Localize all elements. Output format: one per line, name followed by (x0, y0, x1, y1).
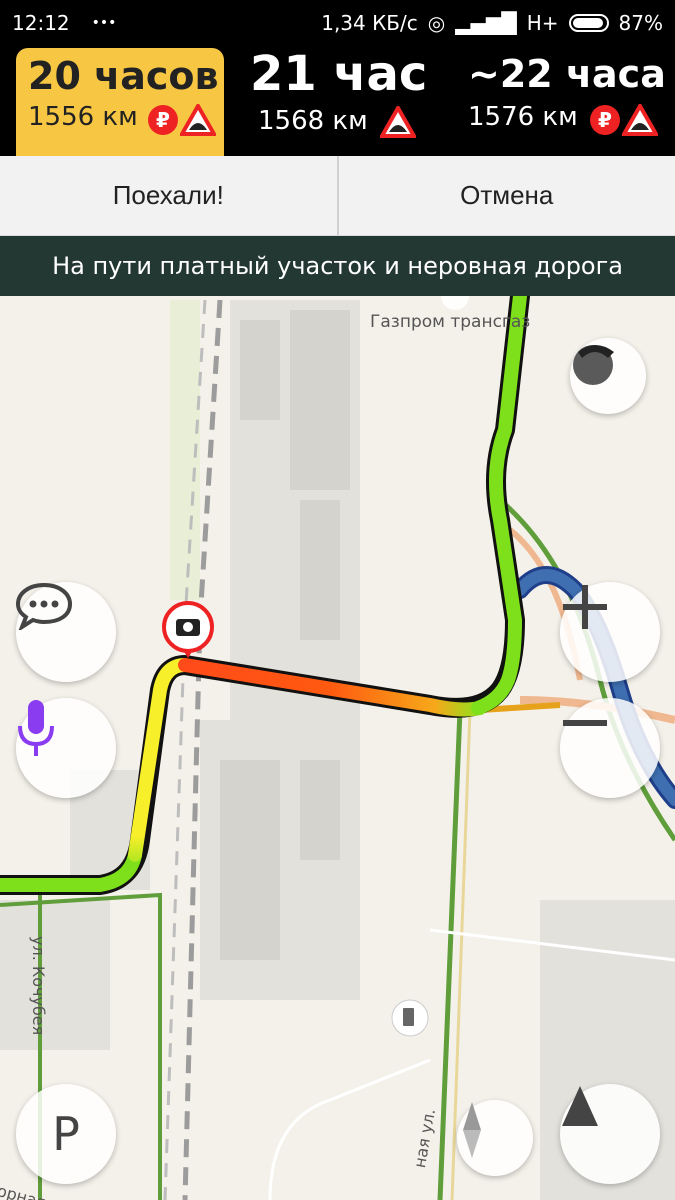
zoom-out-button[interactable] (560, 698, 660, 798)
voice-search-button[interactable] (16, 698, 116, 798)
signal-icon: ▂▄▆█ (455, 11, 517, 35)
network-speed: 1,34 КБ/с (321, 11, 418, 35)
street-label: ул. Кочубея (29, 936, 48, 1036)
route-duration: 20 часов (28, 54, 219, 98)
battery-icon (568, 14, 609, 32)
navigation-arrow-icon (562, 1086, 598, 1126)
my-location-button[interactable] (560, 1084, 660, 1184)
minus-icon (563, 720, 607, 726)
chat-icon (16, 582, 72, 630)
network-type: H+ (526, 11, 559, 35)
route-actions: Поехали! Отмена (0, 156, 675, 236)
poi-label: Газпром трансгаз (370, 312, 531, 332)
route-distance: 1556 км (28, 102, 138, 132)
gas-station-icon (391, 999, 429, 1037)
rough-road-icon (180, 104, 216, 136)
parking-icon: P (52, 1107, 80, 1161)
status-time: 12:12 (12, 11, 70, 35)
hotspot-icon: ◎ (427, 11, 446, 35)
cancel-button[interactable]: Отмена (339, 156, 675, 235)
route-distance: 1568 км (258, 106, 368, 136)
battery-percent: 87% (618, 11, 663, 35)
layers-icon (573, 345, 614, 385)
route-warning: На пути платный участок и неровная дорог… (0, 236, 675, 296)
route-distance: 1576 км (468, 102, 578, 132)
status-bar: 12:12 ••• 1,34 КБ/с ◎ ▂▄▆█ H+ 87% (0, 0, 675, 46)
route-option-3[interactable]: ~22 часа 1576 км ₽ (462, 46, 667, 156)
speed-camera-marker (162, 601, 214, 658)
route-duration: ~22 часа (468, 52, 666, 96)
layers-button[interactable] (570, 338, 646, 414)
route-options: 20 часов 1556 км ₽ 21 час 1568 км ~22 ча… (0, 46, 675, 156)
parking-button[interactable]: P (16, 1084, 116, 1184)
route-duration: 21 час (250, 46, 428, 102)
chat-button[interactable] (16, 582, 116, 682)
rough-road-icon (622, 104, 658, 136)
toll-ruble-icon: ₽ (148, 105, 178, 135)
rough-road-icon (380, 106, 416, 138)
status-dots: ••• (91, 15, 117, 31)
plus-icon (563, 585, 607, 629)
toll-ruble-icon: ₽ (590, 105, 620, 135)
compass-icon (463, 1102, 481, 1158)
microphone-icon (18, 700, 54, 756)
route-option-2[interactable]: 21 час 1568 км (240, 46, 440, 156)
go-button[interactable]: Поехали! (0, 156, 337, 235)
zoom-in-button[interactable] (560, 582, 660, 682)
route-option-1[interactable]: 20 часов 1556 км ₽ (16, 48, 224, 156)
map-view[interactable]: Газпром трансгаз ул. Кочубея ная ул. орн… (0, 296, 675, 1200)
compass-button[interactable] (457, 1100, 533, 1176)
